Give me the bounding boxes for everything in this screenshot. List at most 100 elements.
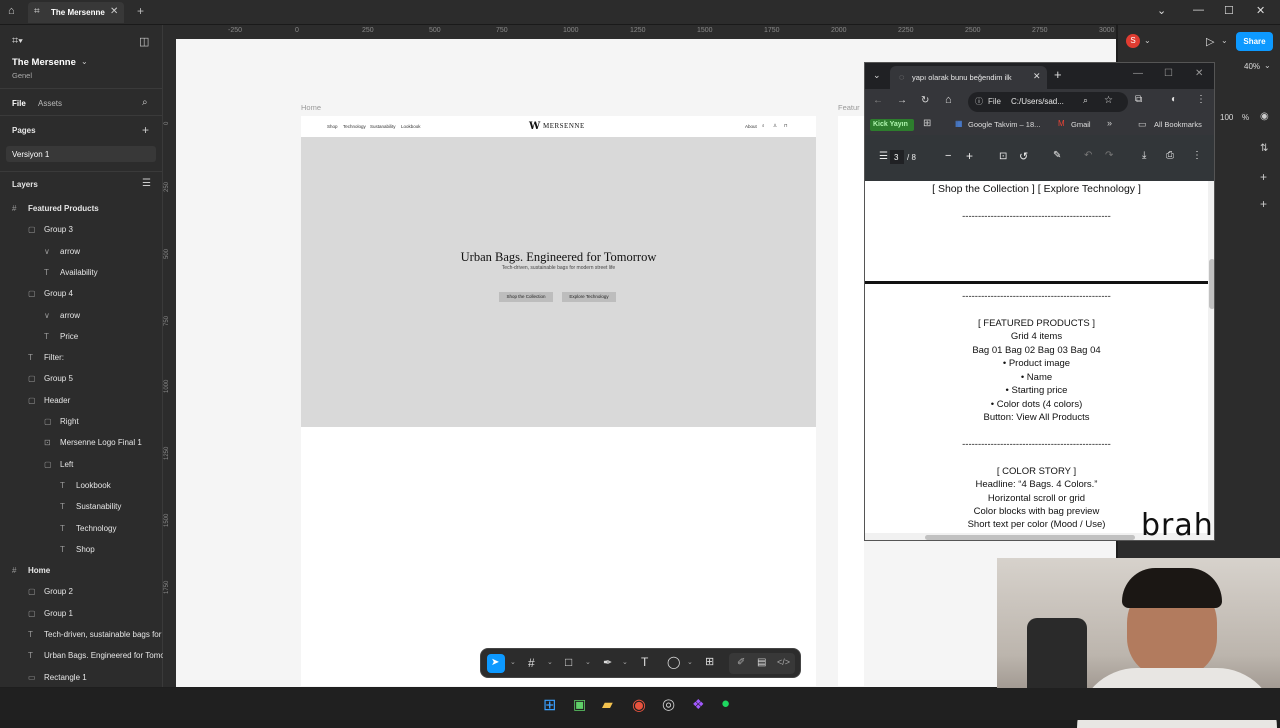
add-page-icon[interactable]: + bbox=[142, 123, 149, 137]
address-bar[interactable]: ⓘ File C:/Users/sad... ⌕ ☆ bbox=[968, 92, 1128, 112]
spotify-icon[interactable]: ● bbox=[721, 695, 730, 712]
vertical-scrollbar[interactable] bbox=[1208, 181, 1214, 533]
print-icon[interactable]: ⎙ bbox=[1166, 150, 1174, 161]
search-icon[interactable]: ⌕ bbox=[762, 123, 765, 128]
draw-icon[interactable]: ✎ bbox=[1053, 150, 1061, 161]
chevron-down-icon[interactable]: ⌄ bbox=[622, 658, 628, 666]
windows-start-icon[interactable]: ⊞ bbox=[543, 695, 556, 715]
layer-item[interactable]: Home bbox=[28, 566, 50, 575]
layer-item[interactable]: Filter: bbox=[44, 353, 64, 362]
scrollbar-thumb[interactable] bbox=[1209, 259, 1214, 309]
hero-rectangle[interactable]: Urban Bags. Engineered for Tomorrow Tech… bbox=[301, 137, 816, 427]
layer-item[interactable]: Left bbox=[60, 460, 73, 469]
text-tool-icon[interactable]: T bbox=[641, 655, 648, 669]
layer-item[interactable]: Group 1 bbox=[44, 609, 73, 618]
search-icon[interactable]: ⌕ bbox=[142, 97, 148, 108]
tab-the-mersenne[interactable]: ⌗ The Mersenne ✕ bbox=[28, 2, 124, 23]
layer-item[interactable]: Group 3 bbox=[44, 225, 73, 234]
tab-search-icon[interactable]: ⌄ bbox=[873, 70, 881, 81]
minimize-icon[interactable]: — bbox=[1193, 4, 1204, 16]
layer-item[interactable]: Shop bbox=[76, 545, 95, 554]
nav-lookbook[interactable]: Lookbook bbox=[401, 124, 421, 129]
layer-item[interactable]: Group 4 bbox=[44, 289, 73, 298]
featured-frame[interactable] bbox=[838, 116, 864, 686]
adjust-icon[interactable]: ⇅ bbox=[1260, 143, 1268, 154]
zoom-level[interactable]: 40% bbox=[1244, 62, 1260, 71]
new-tab-icon[interactable]: + bbox=[1054, 67, 1062, 82]
chrome-icon[interactable]: ◉ bbox=[632, 695, 646, 715]
dev-mode-icon[interactable]: </> bbox=[777, 657, 790, 667]
add-icon[interactable]: + bbox=[1260, 170, 1267, 184]
obs-icon[interactable]: ◎ bbox=[662, 695, 675, 713]
rotate-icon[interactable]: ↺ bbox=[1019, 150, 1028, 163]
nav-about[interactable]: About bbox=[745, 124, 757, 129]
layer-item[interactable]: arrow bbox=[60, 247, 80, 256]
share-button[interactable]: Share bbox=[1236, 32, 1273, 51]
layer-item[interactable]: Lookbook bbox=[76, 481, 111, 490]
chevron-down-icon[interactable]: ⌄ bbox=[585, 658, 591, 666]
frame-label-featured[interactable]: Featur bbox=[838, 103, 860, 112]
browser-tab[interactable]: ◌ yapı olarak bunu beğendim ilk ✕ bbox=[890, 66, 1047, 89]
design-mode-icon[interactable]: ▤ bbox=[757, 657, 766, 668]
home-icon[interactable]: ⌂ bbox=[8, 5, 22, 19]
layer-item[interactable]: Technology bbox=[76, 524, 116, 533]
opacity-value[interactable]: 100 bbox=[1220, 113, 1233, 122]
actions-icon[interactable]: ⊞ bbox=[705, 655, 714, 668]
close-tab-icon[interactable]: ✕ bbox=[1033, 71, 1041, 82]
pen-tool-icon[interactable]: ✒ bbox=[603, 656, 612, 669]
comment-tool-icon[interactable]: ◯ bbox=[667, 655, 680, 669]
main-menu-icon[interactable]: ⌗▾ bbox=[12, 35, 23, 48]
redo-icon[interactable]: ↷ bbox=[1105, 150, 1113, 161]
chevron-down-icon[interactable]: ⌄ bbox=[510, 658, 516, 666]
chevron-down-icon[interactable]: ⌄ bbox=[1221, 36, 1228, 45]
more-icon[interactable]: ⋮ bbox=[1196, 94, 1206, 105]
profile-icon[interactable]: ◐ bbox=[1171, 94, 1177, 105]
layer-item[interactable]: Group 5 bbox=[44, 374, 73, 383]
store-icon[interactable]: ▣ bbox=[573, 696, 586, 713]
frame-label-home[interactable]: Home bbox=[301, 103, 321, 112]
undo-icon[interactable]: ↶ bbox=[1084, 150, 1092, 161]
layer-item[interactable]: Right bbox=[60, 417, 79, 426]
scrollbar-thumb[interactable] bbox=[925, 535, 1135, 540]
nav-sustanability[interactable]: Sustanability bbox=[370, 124, 396, 129]
close-tab-icon[interactable]: ✕ bbox=[110, 6, 118, 17]
fit-page-icon[interactable]: ⊡ bbox=[999, 151, 1007, 162]
sidebar-toggle-icon[interactable]: ◫ bbox=[139, 35, 149, 48]
chevron-down-icon[interactable]: ⌄ bbox=[1144, 36, 1151, 45]
layer-item[interactable]: Urban Bags. Engineered for Tomo bbox=[44, 651, 165, 660]
extensions-icon[interactable]: ⧉ bbox=[1135, 94, 1142, 105]
maximize-icon[interactable]: ☐ bbox=[1224, 4, 1234, 17]
user-icon[interactable]: ♙ bbox=[773, 123, 777, 129]
bookmark-kick[interactable]: Kick Yayın bbox=[870, 119, 914, 131]
close-window-icon[interactable]: ✕ bbox=[1256, 4, 1265, 17]
bookmark-calendar[interactable]: Google Takvim – 18... bbox=[968, 120, 1040, 129]
frame-tool-icon[interactable]: # bbox=[528, 656, 535, 670]
maximize-icon[interactable]: ☐ bbox=[1164, 68, 1173, 79]
layers-list-icon[interactable]: ☰ bbox=[142, 178, 151, 189]
back-icon[interactable]: ← bbox=[873, 95, 883, 106]
chevron-down-icon[interactable]: ⌄ bbox=[1264, 61, 1271, 70]
layer-item[interactable]: Price bbox=[60, 332, 78, 341]
file-explorer-icon[interactable]: ▰ bbox=[602, 696, 613, 713]
layer-item[interactable]: Featured Products bbox=[28, 204, 99, 213]
nav-technology[interactable]: Technology bbox=[343, 124, 366, 129]
play-icon[interactable]: ▷ bbox=[1206, 35, 1214, 48]
cart-icon[interactable]: ⊓ bbox=[784, 123, 788, 129]
rectangle-tool-icon[interactable]: □ bbox=[565, 655, 572, 669]
chevron-down-icon[interactable]: ⌄ bbox=[687, 658, 693, 666]
home-icon[interactable]: ⌂ bbox=[945, 94, 952, 106]
layer-item[interactable]: Rectangle 1 bbox=[44, 673, 87, 682]
close-window-icon[interactable]: ✕ bbox=[1195, 68, 1203, 79]
file-name[interactable]: The Mersenne bbox=[12, 57, 76, 68]
move-tool[interactable]: ➤ bbox=[487, 654, 505, 673]
forward-icon[interactable]: → bbox=[897, 95, 907, 106]
tab-file[interactable]: File bbox=[12, 99, 26, 108]
draw-mode-icon[interactable]: ✐ bbox=[737, 657, 745, 668]
new-tab-icon[interactable]: + bbox=[137, 4, 144, 18]
layer-item[interactable]: Mersenne Logo Final 1 bbox=[60, 438, 142, 447]
add-icon[interactable]: + bbox=[1260, 197, 1267, 211]
layer-item[interactable]: Tech-driven, sustainable bags for bbox=[44, 630, 161, 639]
layer-item[interactable]: Header bbox=[44, 396, 70, 405]
bookmark-star-icon[interactable]: ☆ bbox=[1104, 95, 1113, 106]
menu-icon[interactable]: ☰ bbox=[879, 151, 888, 162]
